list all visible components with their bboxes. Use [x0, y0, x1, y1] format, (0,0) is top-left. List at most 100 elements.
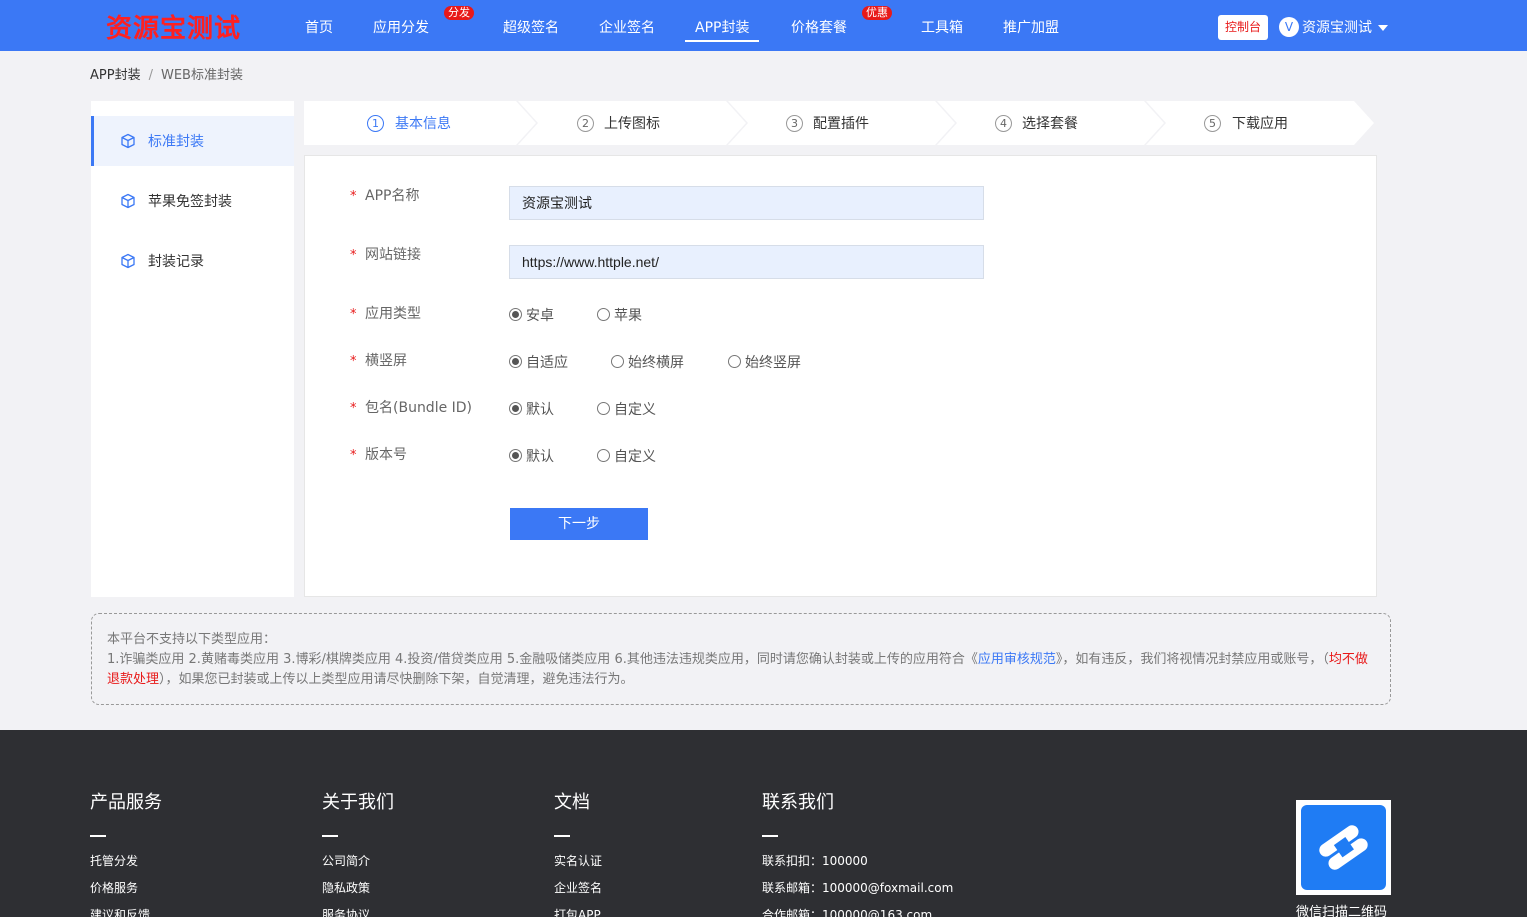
footer-divider: [762, 835, 778, 837]
step-2-number: 2: [577, 115, 594, 132]
required-mark: *: [350, 401, 357, 416]
sidebar-item-standard-packaging[interactable]: 标准封装: [91, 116, 294, 166]
cube-icon: [121, 133, 135, 149]
step-1-label[interactable]: 基本信息: [395, 114, 451, 134]
footer-link[interactable]: 打包APP: [554, 907, 601, 917]
notice-text: 1.诈骗类应用 2.黄赌毒类应用 3.博彩/棋牌类应用 4.投资/借贷类应用 5…: [107, 652, 978, 667]
qr-caption: 微信扫描二维码: [1296, 905, 1388, 917]
step-3-number: 3: [786, 115, 803, 132]
breadcrumb: APP封装 / WEB标准封装: [90, 67, 243, 85]
sidebar-item-label: 封装记录: [148, 254, 204, 270]
site-url-label: 网站链接: [365, 247, 421, 263]
breadcrumb-current: WEB标准封装: [160, 68, 243, 83]
nav-badge-distribution: 分发: [444, 6, 474, 20]
avatar[interactable]: V: [1279, 17, 1299, 37]
sidebar-item-label: 标准封装: [148, 134, 204, 150]
radio-dot: [728, 355, 741, 368]
notice-text: 》，如有违反，我们将视情况封禁应用或账号，（: [1055, 652, 1329, 667]
version-label: 版本号: [365, 447, 407, 463]
radio-dot: [509, 402, 522, 415]
radio-dot: [611, 355, 624, 368]
app-name-input[interactable]: 资源宝测试: [509, 186, 984, 220]
policy-notice: 本平台不支持以下类型应用： 1.诈骗类应用 2.黄赌毒类应用 3.博彩/棋牌类应…: [91, 613, 1391, 705]
footer-title-products: 产品服务: [90, 792, 162, 813]
contact-email: 联系邮箱：100000@foxmail.com: [762, 881, 954, 895]
sidebar-item-label: 苹果免签封装: [148, 194, 232, 210]
footer-link[interactable]: 实名认证: [554, 853, 602, 869]
step-1-number: 1: [367, 115, 384, 132]
site-logo[interactable]: 资源宝测试: [106, 8, 241, 45]
review-guidelines-link[interactable]: 应用审核规范: [978, 652, 1056, 667]
radio-label: 始终横屏: [628, 355, 684, 371]
nav-app-distribution[interactable]: 应用分发: [373, 18, 429, 38]
cooperation-email: 合作邮箱：100000@163.com: [762, 908, 933, 917]
chevron-down-icon[interactable]: [1378, 25, 1388, 31]
notice-heading: 本平台不支持以下类型应用：: [107, 632, 277, 647]
radio-label: 默认: [526, 449, 554, 465]
footer-link[interactable]: 服务协议: [322, 907, 370, 917]
radio-label: 自适应: [526, 355, 568, 371]
app-name-label: APP名称: [365, 188, 420, 204]
step-5-label[interactable]: 下载应用: [1232, 114, 1288, 134]
footer-title-about: 关于我们: [322, 792, 394, 813]
site-url-input[interactable]: https://www.httple.net/: [509, 245, 984, 279]
breadcrumb-separator: /: [148, 68, 153, 83]
next-step-button[interactable]: 下一步: [510, 508, 648, 540]
user-menu[interactable]: 资源宝测试: [1302, 18, 1372, 38]
step-indicator: 1 基本信息 2 上传图标 3 配置插件 4 选择套餐 5 下载应用: [304, 101, 1376, 145]
footer-link[interactable]: 价格服务: [90, 880, 138, 896]
sidebar-item-packaging-records[interactable]: 封装记录: [91, 236, 294, 286]
footer: 产品服务 托管分发 价格服务 建议和反馈 关于我们 公司简介 隐私政策 服务协议…: [0, 730, 1527, 917]
nav-pricing[interactable]: 价格套餐: [791, 18, 847, 38]
bundle-id-label: 包名(Bundle ID): [365, 400, 473, 416]
footer-divider: [322, 835, 338, 837]
nav-toolbox[interactable]: 工具箱: [921, 18, 963, 38]
nav-enterprise-signature[interactable]: 企业签名: [599, 18, 655, 38]
sidebar-item-apple-packaging[interactable]: 苹果免签封装: [91, 176, 294, 226]
footer-divider: [554, 835, 570, 837]
radio-dot: [597, 308, 610, 321]
footer-link[interactable]: 建议和反馈: [90, 907, 150, 917]
cube-icon: [121, 193, 135, 209]
nav-affiliate[interactable]: 推广加盟: [1003, 18, 1059, 38]
required-mark: *: [350, 448, 357, 463]
step-2-label[interactable]: 上传图标: [604, 114, 660, 134]
step-5-number: 5: [1204, 115, 1221, 132]
radio-label: 自定义: [614, 402, 656, 418]
radio-label: 默认: [526, 402, 554, 418]
radio-label: 自定义: [614, 449, 656, 465]
app-type-label: 应用类型: [365, 306, 421, 322]
required-mark: *: [350, 354, 357, 369]
footer-link[interactable]: 公司简介: [322, 853, 370, 869]
sidebar: 标准封装 苹果免签封装 封装记录: [91, 101, 294, 597]
nav-home[interactable]: 首页: [305, 18, 333, 38]
required-mark: *: [350, 307, 357, 322]
contact-qq: 联系扣扣：100000: [762, 854, 868, 868]
app-logo-icon: [1301, 805, 1386, 890]
footer-link[interactable]: 隐私政策: [322, 880, 370, 896]
console-button[interactable]: 控制台: [1218, 15, 1268, 40]
nav-app-packaging[interactable]: APP封装: [684, 18, 761, 42]
radio-dot: [509, 449, 522, 462]
footer-link[interactable]: 托管分发: [90, 853, 138, 869]
footer-title-docs: 文档: [554, 792, 590, 813]
cube-icon: [121, 253, 135, 269]
notice-text: ），如果您已封装或上传以上类型应用请尽快删除下架，自觉清理，避免违法行为。: [159, 672, 634, 687]
radio-dot: [509, 355, 522, 368]
footer-link[interactable]: 企业签名: [554, 880, 602, 896]
radio-label: 始终竖屏: [745, 355, 801, 371]
top-navbar: 资源宝测试 首页 应用分发 分发 超级签名 企业签名 APP封装 价格套餐 优惠…: [0, 0, 1527, 51]
nav-super-signature[interactable]: 超级签名: [503, 18, 559, 38]
step-4-number: 4: [995, 115, 1012, 132]
step-3-label[interactable]: 配置插件: [813, 114, 869, 134]
radio-dot: [597, 402, 610, 415]
required-mark: *: [350, 189, 357, 204]
orientation-label: 横竖屏: [365, 353, 407, 369]
breadcrumb-parent[interactable]: APP封装: [90, 68, 141, 83]
app-logo-shape: [1319, 825, 1368, 870]
required-mark: *: [350, 248, 357, 263]
radio-label: 苹果: [614, 308, 642, 324]
footer-title-contact: 联系我们: [762, 792, 834, 813]
radio-dot: [509, 308, 522, 321]
step-4-label[interactable]: 选择套餐: [1022, 114, 1078, 134]
